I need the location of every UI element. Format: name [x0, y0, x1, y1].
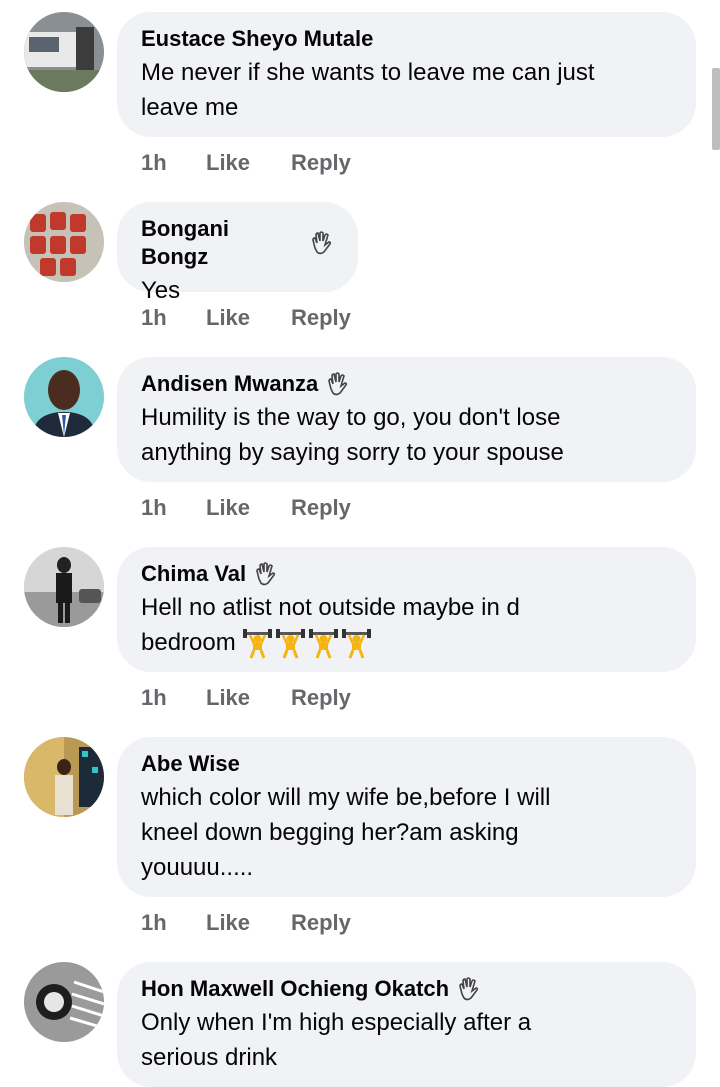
- timestamp: 1h: [141, 910, 167, 935]
- avatar[interactable]: [24, 962, 104, 1042]
- avatar[interactable]: [24, 547, 104, 627]
- commenter-name[interactable]: Abe Wise: [141, 750, 672, 778]
- comment-actions: 1h Like Reply: [141, 495, 351, 521]
- comment-actions: 1h Like Reply: [141, 685, 351, 711]
- like-button[interactable]: Like: [206, 685, 291, 711]
- timestamp: 1h: [141, 685, 167, 710]
- weightlifter-icon: [341, 629, 371, 659]
- avatar[interactable]: [24, 737, 104, 817]
- timestamp: 1h: [141, 150, 167, 175]
- reply-button[interactable]: Reply: [291, 150, 351, 176]
- avatar[interactable]: [24, 357, 104, 437]
- comment-bubble: Eustace Sheyo Mutale Me never if she wan…: [117, 12, 696, 137]
- comment-bubble: Chima Val Hell no atlist not outside may…: [117, 547, 696, 672]
- reply-button[interactable]: Reply: [291, 305, 351, 331]
- comment-bubble: Andisen Mwanza Humility is the way to go…: [117, 357, 696, 482]
- comment-actions: 1h Like Reply: [141, 305, 351, 331]
- reply-button[interactable]: Reply: [291, 910, 351, 936]
- comment-text: Humility is the way to go, you don't los…: [141, 404, 564, 466]
- waving-hand-icon: [455, 976, 481, 1002]
- comment-text: Me never if she wants to leave me can ju…: [141, 59, 595, 121]
- reply-button[interactable]: Reply: [291, 495, 351, 521]
- like-button[interactable]: Like: [206, 495, 291, 521]
- commenter-name[interactable]: Chima Val: [141, 560, 672, 588]
- like-button[interactable]: Like: [206, 910, 291, 936]
- commenter-name[interactable]: Andisen Mwanza: [141, 370, 672, 398]
- commenter-name[interactable]: Eustace Sheyo Mutale: [141, 25, 672, 53]
- comment-actions: 1h Like Reply: [141, 910, 351, 936]
- comment-text: which color will my wife be,before I wil…: [141, 784, 551, 881]
- comment-bubble: Bongani Bongz Yes: [117, 202, 358, 304]
- comment-text: Hell no atlist not outside maybe in d be…: [141, 590, 672, 660]
- timestamp: 1h: [141, 305, 167, 330]
- weightlifter-icon: [275, 629, 305, 659]
- weightlifter-icon: [242, 629, 272, 659]
- commenter-name[interactable]: Bongani Bongz: [141, 215, 334, 271]
- waving-hand-icon: [252, 561, 278, 587]
- reply-button[interactable]: Reply: [291, 685, 351, 711]
- waving-hand-icon: [308, 230, 334, 256]
- avatar[interactable]: [24, 12, 104, 92]
- comment-text: Only when I'm high especially after a se…: [141, 1009, 532, 1071]
- weightlifter-icon: [308, 629, 338, 659]
- weightlifter-emoji-group: [242, 628, 372, 659]
- waving-hand-icon: [324, 371, 350, 397]
- comment-text: Yes: [141, 277, 181, 304]
- like-button[interactable]: Like: [206, 150, 291, 176]
- timestamp: 1h: [141, 495, 167, 520]
- commenter-name[interactable]: Hon Maxwell Ochieng Okatch: [141, 975, 672, 1003]
- comment-bubble: Hon Maxwell Ochieng Okatch Only when I'm…: [117, 962, 696, 1087]
- avatar[interactable]: [24, 202, 104, 282]
- comment-bubble: Abe Wise which color will my wife be,bef…: [117, 737, 696, 897]
- comment-actions: 1h Like Reply: [141, 150, 351, 176]
- like-button[interactable]: Like: [206, 305, 291, 331]
- scrollbar-thumb[interactable]: [712, 68, 720, 150]
